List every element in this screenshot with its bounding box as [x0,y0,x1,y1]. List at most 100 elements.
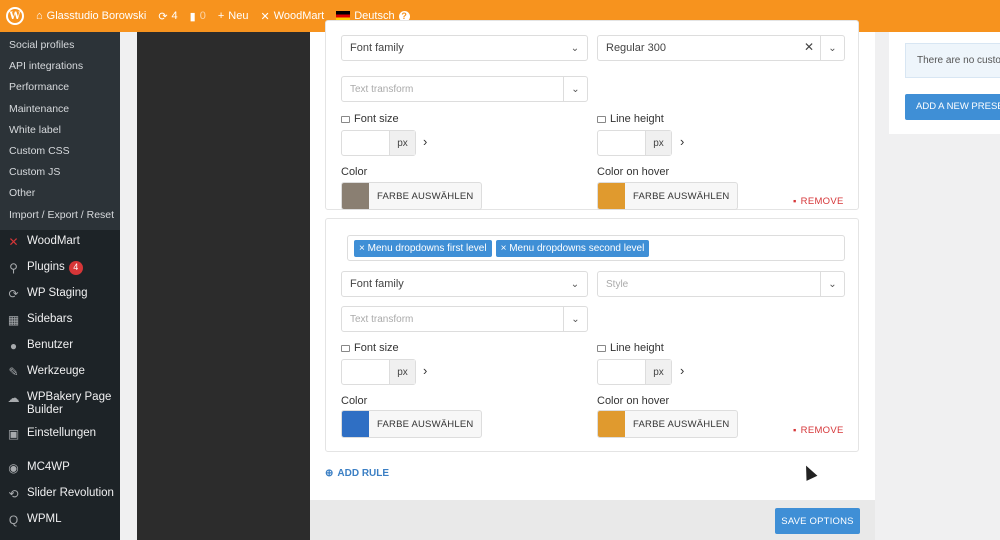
hover-color-picker-button[interactable]: FARBE AUSWÄHLEN [597,182,739,210]
settings-nav-panel [137,32,310,540]
sidebar-item-wpml[interactable]: Q WPML [0,508,120,534]
comments-link[interactable]: ▮ 0 [190,10,206,23]
woodmart-link[interactable]: ✕ WoodMart [260,10,324,23]
comment-icon: ▮ [189,10,196,23]
sidebar-item-benutzer[interactable]: ● Benutzer [0,334,120,360]
unit-px: px [389,131,415,155]
remove-rule-button[interactable]: ▪ REMOVE [793,425,844,436]
plus-circle-icon: ⊕ [325,468,334,479]
selector-tags-field[interactable]: × Menu dropdowns first level × Menu drop… [347,235,845,261]
user-icon: ● [9,338,18,353]
add-preset-button[interactable]: ADD A NEW PRESET [905,94,1000,120]
font-size-label: Font size [341,113,399,125]
color-swatch [342,183,369,209]
submenu-maintenance[interactable]: Maintenance [0,99,120,120]
sidebar-item-wpbakery[interactable]: ☁ WPBakery Page Builder [0,386,120,422]
color-hover-label: Color on hover [597,166,670,178]
color-swatch [342,411,369,437]
mailchimp-icon: ◉ [8,460,19,475]
presets-notice: There are no custom [905,43,1000,78]
selector-tag[interactable]: × Menu dropdowns first level [354,239,492,257]
submenu-custom-js[interactable]: Custom JS [0,162,120,183]
chevron-right-icon[interactable]: › [680,363,684,378]
home-icon: ⌂ [36,10,43,22]
desktop-icon [597,115,606,123]
trash-icon: ▪ [793,196,797,207]
line-height-input[interactable]: px [597,130,672,156]
submenu-white-label[interactable]: White label [0,120,120,141]
chevron-right-icon[interactable]: › [423,134,427,149]
font-size-label: Font size [341,342,399,354]
updates-link[interactable]: ⟳ 4 [158,10,177,23]
chevron-right-icon[interactable]: › [680,134,684,149]
desktop-icon [341,344,350,352]
typography-rule-2: × Menu dropdowns first level × Menu drop… [325,218,859,452]
options-footer: SAVE OPTIONS [310,500,875,540]
line-height-input[interactable]: px [597,359,672,385]
wpml-icon: Q [8,512,19,527]
trash-icon: ▪ [793,425,797,436]
typography-rule-1: Font family ⌄ Regular 300 ✕ ⌄ Text transfor… [325,20,859,210]
hover-color-picker-button[interactable]: FARBE AUSWÄHLEN [597,410,739,438]
plus-icon: + [217,10,225,22]
sidebar-item-werkzeuge[interactable]: ✎ Werkzeuge [0,360,120,386]
sidebar-item-woodmart[interactable]: ✕ WoodMart [0,230,120,256]
settings-icon: ▣ [7,426,20,441]
chevron-down-icon: ⌄ [563,307,587,331]
sidebar-item-wp-staging[interactable]: ⟳ WP Staging [0,282,120,308]
sidebar-item-einstellungen[interactable]: ▣ Einstellungen [0,422,120,448]
sidebar-item-plugins[interactable]: ⚲ Plugins 4 [0,256,120,282]
chevron-down-icon: ⌄ [820,36,844,60]
font-size-input[interactable]: px [341,130,416,156]
theme-settings-submenu: Social profiles API integrations Perform… [0,32,120,230]
submenu-api-integrations[interactable]: API integrations [0,56,120,77]
updates-icon: ⟳ [158,10,168,23]
clear-icon[interactable]: ✕ [804,40,814,54]
submenu-performance[interactable]: Performance [0,77,120,98]
unit-px: px [645,131,671,155]
plugin-icon: ⚲ [9,260,18,275]
typography-settings-panel: Font family ⌄ Regular 300 ✕ ⌄ Text transfor… [310,20,875,540]
font-family-select[interactable]: Font family ⌄ [341,35,588,61]
wordpress-icon: W [6,7,24,25]
unit-px: px [645,360,671,384]
refresh-icon: ⟳ [8,286,19,301]
hover-color-swatch [598,183,625,209]
color-label: Color [341,395,368,407]
sidebar-item-slider-revolution[interactable]: ⟲ Slider Revolution [0,482,120,508]
new-content-link[interactable]: + Neu [218,10,249,22]
color-hover-label: Color on hover [597,395,670,407]
save-options-button[interactable]: SAVE OPTIONS [775,508,860,534]
text-transform-select[interactable]: Text transform ⌄ [341,306,588,332]
submenu-custom-css[interactable]: Custom CSS [0,141,120,162]
style-select[interactable]: Style ⌄ [597,271,845,297]
cloud-icon: ☁ [7,390,20,405]
content-gutter [120,32,137,540]
color-picker-button[interactable]: FARBE AUSWÄHLEN [341,182,483,210]
font-size-input[interactable]: px [341,359,416,385]
sidebar-item-mc4wp[interactable]: ◉ MC4WP [0,456,120,482]
chevron-down-icon: ⌄ [570,42,580,54]
slider-icon: ⟲ [8,486,19,501]
woodmart-icon: ✕ [260,10,270,23]
chevron-right-icon[interactable]: › [423,363,427,378]
site-name-link[interactable]: ⌂ Glasstudio Borowski [36,10,146,22]
admin-sidebar: Social profiles API integrations Perform… [0,32,120,540]
color-label: Color [341,166,368,178]
submenu-import-export[interactable]: Import / Export / Reset [0,205,120,226]
sidebar-item-sidebars[interactable]: ▦ Sidebars [0,308,120,334]
woodmart-icon: ✕ [8,234,19,249]
add-rule-button[interactable]: ⊕ ADD RULE [325,468,389,479]
color-picker-button[interactable]: FARBE AUSWÄHLEN [341,410,483,438]
text-transform-select[interactable]: Text transform ⌄ [341,76,588,102]
font-weight-select[interactable]: Regular 300 ✕ ⌄ [597,35,845,61]
chevron-down-icon: ⌄ [570,278,580,290]
remove-rule-button[interactable]: ▪ REMOVE [793,196,844,207]
table-icon: ▦ [7,312,20,327]
wordpress-logo-button[interactable]: W [6,7,24,25]
desktop-icon [341,115,350,123]
selector-tag[interactable]: × Menu dropdowns second level [495,239,650,257]
submenu-other[interactable]: Other [0,183,120,204]
font-family-select[interactable]: Font family ⌄ [341,271,588,297]
submenu-social-profiles[interactable]: Social profiles [0,35,120,56]
